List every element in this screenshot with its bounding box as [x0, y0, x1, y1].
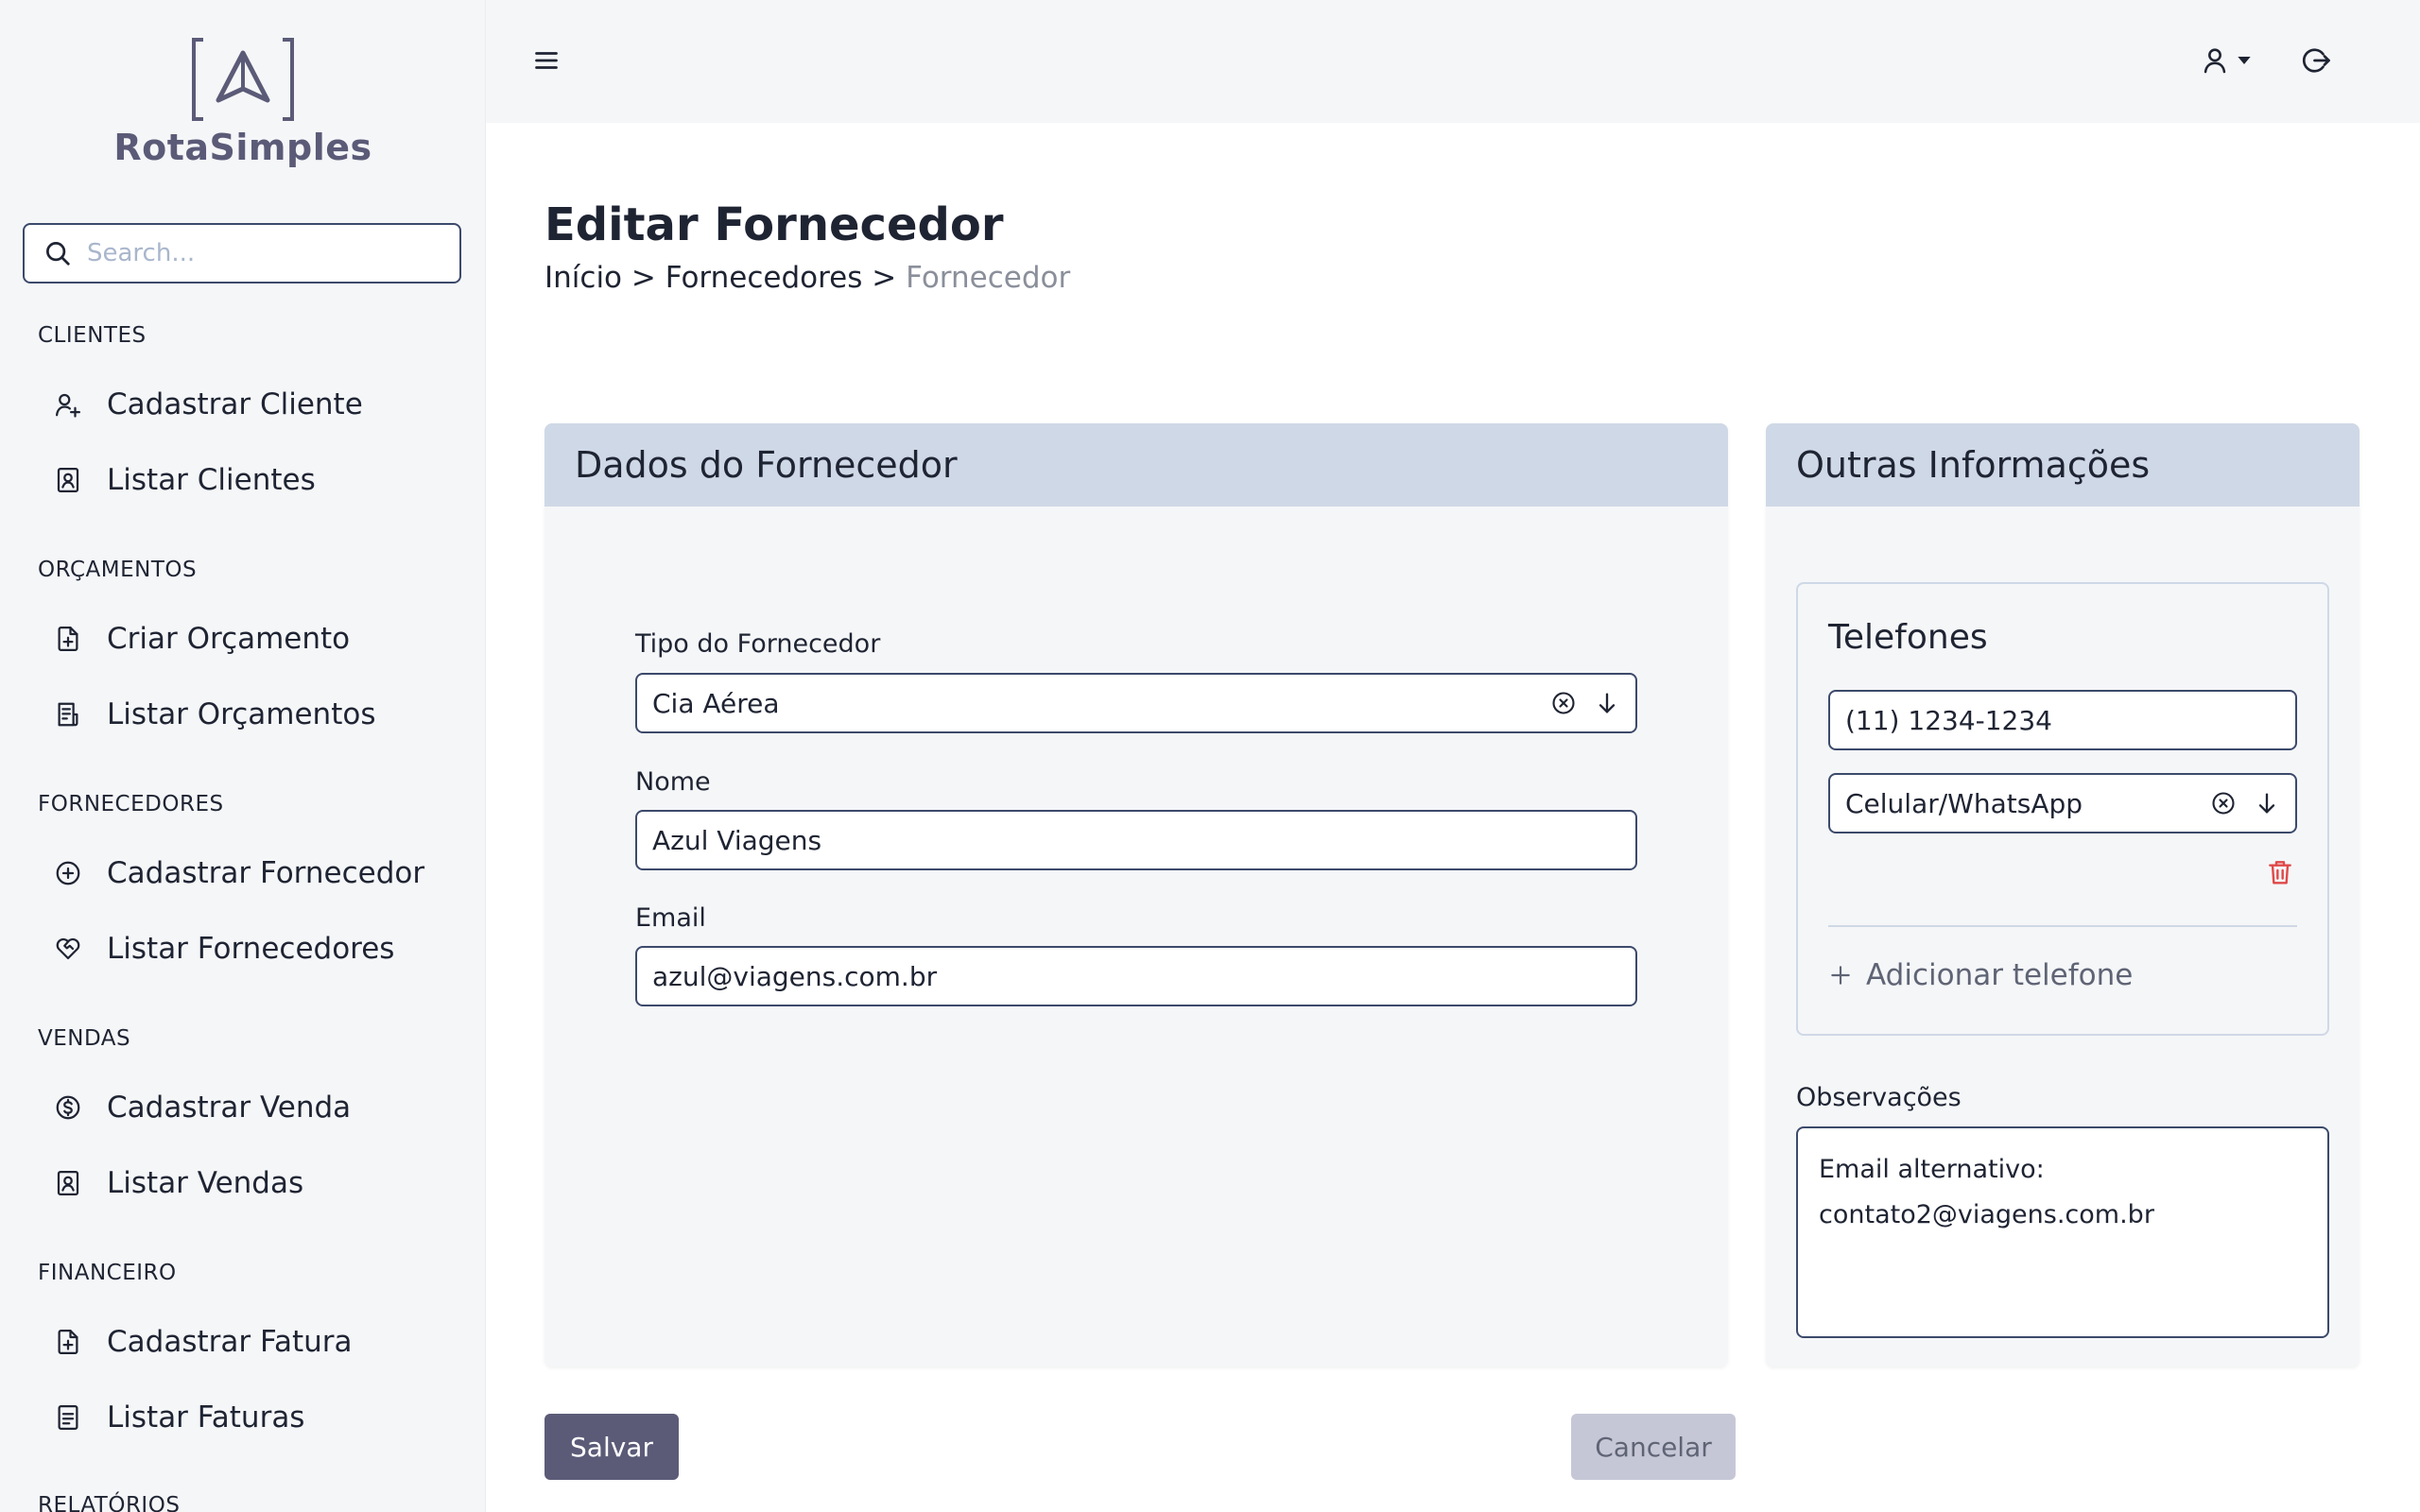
arrow-down-icon[interactable]: [1594, 690, 1620, 716]
nav-criar-orcamento[interactable]: Criar Orçamento: [38, 612, 454, 665]
file-plus-icon: [58, 1330, 78, 1354]
email-label: Email: [635, 903, 706, 933]
notes-textarea[interactable]: Email alternativo: contato2@viagens.com.…: [1796, 1126, 2329, 1338]
nav-label: Cadastrar Fatura: [107, 1325, 353, 1359]
notes-line: Email alternativo:: [1819, 1155, 2045, 1184]
user-menu-button[interactable]: [2199, 43, 2256, 77]
breadcrumb-inicio[interactable]: Início: [544, 261, 622, 295]
email-input[interactable]: azul@viagens.com.br: [635, 946, 1637, 1006]
dollar-circle-icon: [56, 1095, 80, 1120]
search-input[interactable]: [87, 239, 441, 267]
hamburger-menu-icon[interactable]: [529, 43, 563, 77]
phones-divider: [1828, 925, 2297, 927]
user-icon: [2204, 48, 2226, 74]
section-title-relatorios: RELATÓRIOS: [38, 1493, 181, 1512]
phone-type-select[interactable]: Celular/WhatsApp: [1828, 773, 2297, 833]
nav-label: Listar Vendas: [107, 1166, 304, 1200]
phone-type-value: Celular/WhatsApp: [1845, 787, 2083, 819]
section-title-fornecedores: FORNECEDORES: [38, 792, 224, 816]
name-input[interactable]: Azul Viagens: [635, 810, 1637, 870]
nav-label: Cadastrar Venda: [107, 1091, 352, 1125]
nav-label: Cadastrar Cliente: [107, 387, 363, 421]
file-list-icon: [58, 702, 78, 727]
top-bar: [486, 0, 2420, 123]
section-title-financeiro: FINANCEIRO: [38, 1261, 177, 1285]
contact-book-icon: [57, 1171, 79, 1195]
phone-number-value: (11) 1234-1234: [1845, 704, 2052, 736]
nav-label: Listar Orçamentos: [107, 697, 376, 731]
add-phone-button[interactable]: Adicionar telefone: [1828, 958, 2133, 992]
supplier-data-card: Dados do Fornecedor: [544, 423, 1728, 1366]
nav-listar-clientes[interactable]: Listar Clientes: [38, 454, 454, 507]
nav-label: Listar Fornecedores: [107, 932, 395, 966]
sidebar: RotaSimples CLIENTES Cadastrar Cliente L…: [0, 0, 486, 1512]
breadcrumb-current: Fornecedor: [906, 261, 1071, 295]
nav-label: Listar Faturas: [107, 1400, 305, 1435]
user-plus-icon: [56, 393, 80, 418]
heart-handshake-icon: [56, 937, 80, 960]
cancel-button[interactable]: Cancelar: [1571, 1414, 1736, 1480]
trash-icon[interactable]: [2265, 856, 2295, 888]
nav-cadastrar-cliente[interactable]: Cadastrar Cliente: [38, 378, 454, 431]
nav-label: Cadastrar Fornecedor: [107, 856, 425, 890]
nav-cadastrar-venda[interactable]: Cadastrar Venda: [38, 1081, 454, 1134]
nav-label: Criar Orçamento: [107, 622, 351, 656]
nav-listar-vendas[interactable]: Listar Vendas: [38, 1157, 454, 1210]
file-plus-icon: [58, 627, 78, 651]
section-title-orcamentos: ORÇAMENTOS: [38, 558, 198, 582]
search-box[interactable]: [23, 223, 461, 284]
supplier-type-value: Cia Aérea: [652, 687, 780, 719]
phone-number-input[interactable]: (11) 1234-1234: [1828, 690, 2297, 750]
arrow-down-icon[interactable]: [2254, 790, 2280, 816]
clear-icon[interactable]: [2210, 790, 2237, 816]
card-title: Dados do Fornecedor: [544, 423, 1728, 507]
card-title: Outras Informações: [1766, 423, 2360, 507]
notes-label: Observações: [1796, 1083, 1962, 1112]
breadcrumb-separator: >: [631, 261, 656, 295]
contact-book-icon: [57, 468, 79, 492]
brand-name: RotaSimples: [113, 127, 372, 168]
supplier-type-label: Tipo do Fornecedor: [635, 629, 881, 659]
page-title: Editar Fornecedor: [544, 198, 1004, 251]
nav-cadastrar-fornecedor[interactable]: Cadastrar Fornecedor: [38, 847, 454, 900]
section-title-clientes: CLIENTES: [38, 323, 147, 348]
plus-icon: [1831, 966, 1850, 985]
search-icon: [46, 242, 70, 266]
supplier-type-select[interactable]: Cia Aérea: [635, 673, 1637, 733]
name-value: Azul Viagens: [652, 824, 822, 856]
name-label: Nome: [635, 767, 711, 797]
logout-icon[interactable]: [2299, 43, 2333, 77]
section-title-vendas: VENDAS: [38, 1026, 131, 1051]
clear-icon[interactable]: [1550, 690, 1577, 716]
nav-listar-faturas[interactable]: Listar Faturas: [38, 1391, 454, 1444]
nav-cadastrar-fatura[interactable]: Cadastrar Fatura: [38, 1315, 454, 1368]
nav-listar-fornecedores[interactable]: Listar Fornecedores: [38, 922, 454, 975]
phones-title: Telefones: [1828, 618, 1988, 657]
add-phone-label: Adicionar telefone: [1866, 958, 2134, 992]
brand-logo[interactable]: RotaSimples: [0, 36, 485, 168]
file-text-icon: [58, 1405, 78, 1430]
breadcrumb-fornecedores[interactable]: Fornecedores: [666, 261, 863, 295]
notes-line: contato2@viagens.com.br: [1819, 1200, 2154, 1229]
nav-label: Listar Clientes: [107, 463, 316, 497]
breadcrumb: Início > Fornecedores > Fornecedor: [544, 261, 1070, 295]
circle-plus-icon: [56, 861, 80, 885]
nav-listar-orcamentos[interactable]: Listar Orçamentos: [38, 688, 454, 741]
caret-down-icon: [2238, 57, 2251, 64]
logo-icon: [192, 38, 294, 121]
breadcrumb-separator: >: [872, 261, 897, 295]
save-button[interactable]: Salvar: [544, 1414, 679, 1480]
email-value: azul@viagens.com.br: [652, 960, 938, 992]
